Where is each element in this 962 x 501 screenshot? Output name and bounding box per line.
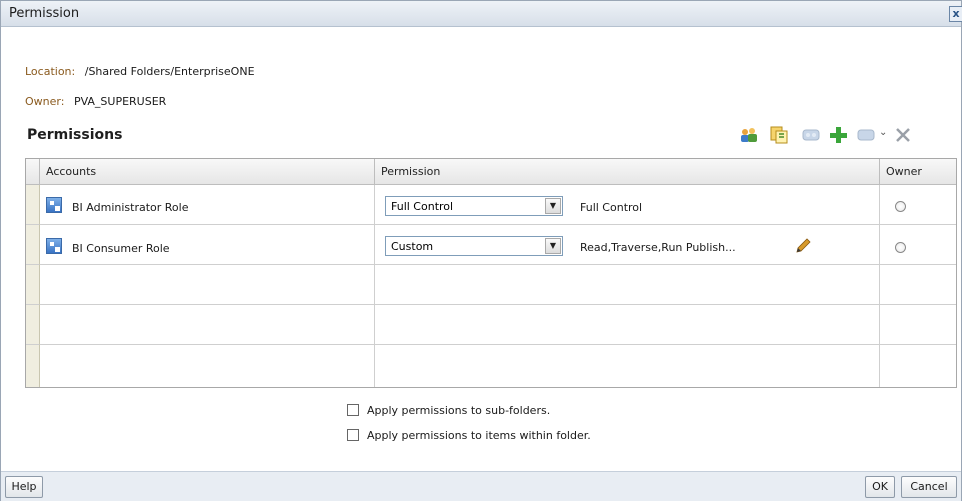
ok-button[interactable]: OK bbox=[865, 476, 895, 498]
apply-items-label: Apply permissions to items within folder… bbox=[367, 429, 591, 442]
chevron-down-icon[interactable]: ▼ bbox=[545, 238, 561, 254]
close-icon[interactable]: x bbox=[949, 6, 962, 22]
owner-radio[interactable] bbox=[895, 242, 906, 253]
role-icon bbox=[46, 238, 62, 254]
owner-label: Owner: bbox=[25, 95, 65, 108]
location-value: /Shared Folders/EnterpriseONE bbox=[84, 65, 255, 78]
table-cell bbox=[880, 185, 956, 225]
help-button[interactable]: Help bbox=[5, 476, 43, 498]
permission-description: Full Control bbox=[580, 201, 643, 214]
table-cell bbox=[40, 305, 375, 345]
cancel-button[interactable]: Cancel bbox=[901, 476, 957, 498]
row-header[interactable] bbox=[26, 225, 40, 265]
table-cell bbox=[40, 265, 375, 305]
table-cell bbox=[880, 345, 956, 387]
column-header-permission[interactable]: Permission bbox=[375, 159, 880, 185]
add-users-roles-icon[interactable] bbox=[739, 125, 759, 145]
table-cell bbox=[880, 265, 956, 305]
chevron-down-icon[interactable]: ▼ bbox=[545, 198, 561, 214]
dialog-title: Permission bbox=[9, 6, 80, 21]
corner-cell bbox=[26, 159, 40, 185]
permissions-table: Accounts Permission Owner BI Administrat… bbox=[25, 158, 957, 388]
row-header[interactable] bbox=[26, 345, 40, 387]
dialog-footer: Help OK Cancel bbox=[1, 471, 961, 501]
account-name: BI Administrator Role bbox=[72, 201, 189, 214]
apply-items-checkbox[interactable] bbox=[347, 429, 359, 441]
table-cell bbox=[375, 265, 880, 305]
role-icon bbox=[46, 197, 62, 213]
more-actions-icon[interactable] bbox=[857, 125, 877, 145]
pencil-icon[interactable] bbox=[794, 237, 812, 255]
paste-permissions-icon[interactable] bbox=[801, 125, 821, 145]
table-cell bbox=[880, 305, 956, 345]
account-name: BI Consumer Role bbox=[72, 242, 170, 255]
table-cell bbox=[880, 225, 956, 265]
owner-row: Owner: PVA_SUPERUSER bbox=[25, 95, 166, 108]
row-header[interactable] bbox=[26, 185, 40, 225]
row-header[interactable] bbox=[26, 305, 40, 345]
permission-select[interactable]: Custom ▼ bbox=[385, 236, 563, 256]
permissions-heading: Permissions bbox=[27, 127, 123, 143]
permission-select-value: Full Control bbox=[391, 200, 454, 213]
column-header-accounts[interactable]: Accounts bbox=[40, 159, 375, 185]
dialog-titlebar: Permission x bbox=[1, 1, 962, 27]
add-icon[interactable] bbox=[828, 125, 848, 145]
apply-subfolders-label: Apply permissions to sub-folders. bbox=[367, 404, 551, 417]
apply-subfolders-checkbox[interactable] bbox=[347, 404, 359, 416]
location-label: Location: bbox=[25, 65, 76, 78]
permission-dialog: Permission x Location: /Shared Folders/E… bbox=[0, 0, 962, 501]
copy-permissions-icon[interactable] bbox=[769, 125, 789, 145]
location-row: Location: /Shared Folders/EnterpriseONE bbox=[25, 65, 255, 78]
permission-select-value: Custom bbox=[391, 240, 434, 253]
column-header-owner[interactable]: Owner bbox=[880, 159, 956, 185]
row-header[interactable] bbox=[26, 265, 40, 305]
table-cell bbox=[375, 305, 880, 345]
permission-description: Read,Traverse,Run Publish... bbox=[580, 241, 736, 254]
owner-value: PVA_SUPERUSER bbox=[73, 95, 167, 108]
delete-icon[interactable] bbox=[893, 125, 913, 145]
permission-select[interactable]: Full Control ▼ bbox=[385, 196, 563, 216]
owner-radio[interactable] bbox=[895, 201, 906, 212]
table-cell bbox=[40, 345, 375, 387]
table-cell bbox=[375, 345, 880, 387]
